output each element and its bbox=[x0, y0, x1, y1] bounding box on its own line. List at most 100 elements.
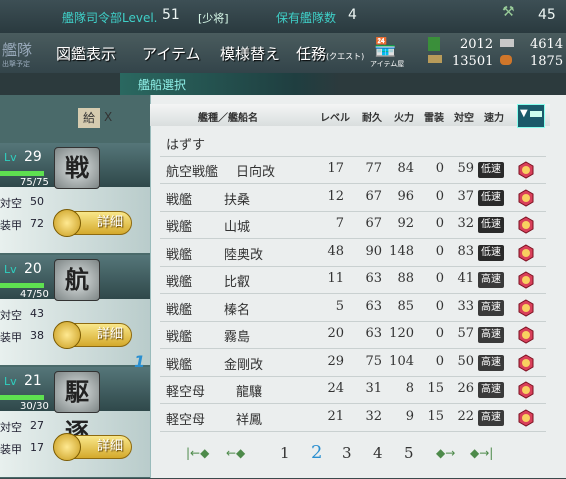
item-shop-button[interactable]: 🏪 アイテム屋 bbox=[368, 35, 408, 71]
detail-button[interactable]: 詳細 bbox=[53, 433, 132, 461]
ship-torpedo: 15 bbox=[427, 381, 444, 396]
fleet-ship-card[interactable]: Lv 21 30/30 駆逐 対空 27 装甲 17 詳細 bbox=[0, 367, 150, 479]
ship-aa: 83 bbox=[457, 243, 474, 259]
ship-row[interactable]: 軽空母 龍驤 24 31 8 15 26 高速 bbox=[160, 377, 546, 404]
detail-button[interactable]: 詳細 bbox=[53, 209, 132, 237]
ship-type: 戦艦 bbox=[166, 220, 193, 235]
page-number[interactable]: 4 bbox=[373, 444, 383, 462]
aa-value: 50 bbox=[30, 195, 44, 208]
header-aa[interactable]: 対空 bbox=[454, 109, 474, 124]
detail-label: 詳細 bbox=[96, 439, 123, 454]
ship-name: 陸奥改 bbox=[224, 247, 264, 263]
sort-dropdown-button[interactable]: ▼ bbox=[517, 104, 545, 128]
last-page-icon[interactable]: ◆→| bbox=[470, 446, 493, 460]
page-number[interactable]: 1 bbox=[280, 444, 290, 462]
ship-torpedo: 0 bbox=[435, 243, 444, 259]
ship-firepower: 148 bbox=[389, 243, 414, 259]
lock-icon[interactable] bbox=[516, 215, 536, 235]
ship-aa: 41 bbox=[457, 271, 474, 286]
armor-value: 17 bbox=[30, 441, 44, 454]
lock-icon[interactable] bbox=[516, 380, 536, 400]
ship-firepower: 92 bbox=[397, 216, 414, 231]
detail-button[interactable]: 詳細 bbox=[53, 321, 132, 349]
ship-row[interactable]: 戦艦 榛名 5 63 85 0 33 高速 bbox=[160, 295, 546, 322]
header-torpedo[interactable]: 雷装 bbox=[424, 109, 444, 124]
page-number[interactable]: 5 bbox=[404, 444, 414, 462]
ship-type: 戦艦 bbox=[166, 357, 193, 373]
page-title: 艦船選択 bbox=[138, 78, 187, 92]
lv-value: 20 bbox=[24, 261, 42, 277]
header-hp[interactable]: 耐久 bbox=[362, 109, 382, 124]
prev-page-icon[interactable]: ←◆ bbox=[226, 446, 245, 460]
lv-label: Lv bbox=[4, 375, 17, 388]
ship-count-label: 保有艦隊数 bbox=[276, 11, 337, 25]
hp-bar bbox=[0, 171, 44, 176]
header-level[interactable]: レベル bbox=[320, 109, 350, 124]
lock-icon[interactable] bbox=[516, 270, 536, 290]
ship-name: 金剛改 bbox=[224, 357, 264, 373]
speed-badge: 低速 bbox=[478, 162, 504, 178]
header-ship[interactable]: 艦種／艦船名 bbox=[198, 109, 258, 124]
fleet-tab[interactable]: 艦隊 出撃予定 bbox=[0, 33, 44, 73]
next-page-icon[interactable]: ◆→ bbox=[436, 446, 455, 460]
ship-aa: 37 bbox=[457, 188, 474, 204]
fleet-ship-card[interactable]: Lv 29 75/75 戦 対空 50 装甲 72 詳細 bbox=[0, 143, 150, 255]
fleet-tab-label: 艦隊 bbox=[2, 41, 33, 59]
lock-icon[interactable] bbox=[516, 298, 536, 318]
ship-level: 17 bbox=[327, 161, 344, 176]
ship-row[interactable]: 戦艦 扶桑 12 67 96 0 37 低速 bbox=[160, 185, 546, 212]
hp-text: 30/30 bbox=[20, 401, 49, 412]
lock-icon[interactable] bbox=[516, 408, 536, 428]
lock-icon[interactable] bbox=[516, 243, 536, 263]
page-number[interactable]: 3 bbox=[342, 444, 352, 462]
ship-firepower: 88 bbox=[397, 271, 414, 286]
ship-name: 榛名 bbox=[224, 302, 251, 318]
ship-row[interactable]: 戦艦 霧島 20 63 120 0 57 高速 bbox=[160, 322, 546, 349]
rank-label: [少将] bbox=[198, 12, 229, 25]
ship-type: 戦艦 bbox=[166, 330, 193, 345]
hp-bar bbox=[0, 283, 44, 288]
chevron-down-icon: ▼ bbox=[520, 108, 528, 119]
ship-row[interactable]: 戦艦 比叡 11 63 88 0 41 高速 bbox=[160, 267, 546, 294]
ship-hp: 67 bbox=[365, 216, 382, 231]
hp-text: 47/50 bbox=[20, 289, 49, 300]
ship-row[interactable]: 軽空母 祥鳳 21 32 9 15 22 高速 bbox=[160, 405, 546, 432]
lock-icon[interactable] bbox=[516, 325, 536, 345]
ship-torpedo: 0 bbox=[435, 271, 444, 286]
item-shop-label: アイテム屋 bbox=[370, 60, 405, 68]
page-number[interactable]: 2 bbox=[311, 442, 322, 463]
quests-menu[interactable]: 任務(クエスト) bbox=[296, 43, 364, 64]
ship-row[interactable]: 1 戦艦 金剛改 29 75 104 0 50 高速 bbox=[134, 350, 546, 377]
hq-level-label: 艦隊司令部Level. bbox=[62, 11, 158, 25]
ship-row[interactable]: 戦艦 陸奥改 48 90 148 0 83 低速 bbox=[160, 240, 546, 267]
main-menu-bar: 艦隊 出撃予定 図鑑表示 アイテム 模様替え 任務(クエスト) 🏪 アイテム屋 … bbox=[0, 33, 566, 73]
ship-torpedo: 15 bbox=[427, 408, 444, 424]
table-header: 艦種／艦船名 レベル 耐久 火力 雷装 対空 速力 bbox=[150, 104, 550, 126]
armor-label: 装甲 bbox=[0, 331, 22, 344]
header-speed[interactable]: 速力 bbox=[484, 109, 504, 124]
header-firepower[interactable]: 火力 bbox=[394, 109, 414, 124]
speed-badge: 高速 bbox=[478, 382, 504, 398]
ship-row[interactable]: 航空戦艦 日向改 17 77 84 0 59 低速 bbox=[160, 157, 546, 184]
library-menu[interactable]: 図鑑表示 bbox=[56, 43, 116, 64]
aa-value: 27 bbox=[30, 419, 44, 432]
ship-torpedo: 0 bbox=[435, 161, 444, 176]
first-page-icon[interactable]: |←◆ bbox=[186, 446, 209, 460]
fleet-ship-card[interactable]: Lv 20 47/50 航 対空 43 装甲 38 詳細 bbox=[0, 255, 150, 367]
ship-type-badge: 航 bbox=[54, 259, 100, 301]
ship-firepower: 85 bbox=[397, 298, 414, 314]
ship-hp: 63 bbox=[365, 326, 382, 341]
ship-level: 7 bbox=[335, 216, 344, 231]
ship-level: 29 bbox=[327, 353, 344, 369]
remove-row[interactable]: はずす bbox=[160, 130, 546, 157]
ship-hp: 63 bbox=[365, 298, 382, 314]
lock-icon[interactable] bbox=[516, 160, 536, 180]
ship-type-badge: 戦 bbox=[54, 147, 100, 189]
items-menu[interactable]: アイテム bbox=[142, 43, 201, 64]
lock-icon[interactable] bbox=[516, 353, 536, 373]
furniture-menu[interactable]: 模様替え bbox=[220, 43, 280, 64]
ship-type: 戦艦 bbox=[166, 275, 193, 290]
ship-row[interactable]: 戦艦 山城 7 67 92 0 32 低速 bbox=[160, 212, 546, 239]
lock-icon[interactable] bbox=[516, 188, 536, 208]
close-button[interactable]: X bbox=[104, 110, 112, 124]
